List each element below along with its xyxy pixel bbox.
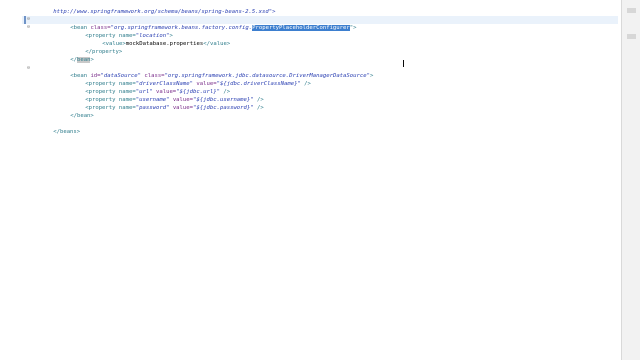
beans-close-tag: </beans> (53, 129, 81, 135)
code-line-property: <property name="url" value="${jdbc.url}"… (65, 80, 230, 95)
code-line-property: <property name="password" value="${jdbc.… (65, 96, 264, 111)
datasource-tag-close: > (370, 73, 374, 79)
property-close: /> (253, 105, 264, 111)
code-line-datasource-end: </bean> (50, 104, 94, 119)
property-value: "${jdbc.password}" (193, 105, 254, 111)
code-line-property-location: <property name="location"> (65, 24, 173, 39)
editor-gutter (0, 0, 22, 360)
xml-editor[interactable]: ⊖ ⊖ ⊖ http://www.springframework.org/sch… (0, 0, 640, 360)
code-line-property-end: </property> (65, 40, 122, 55)
code-line-datasource-bean: <bean id="dataSource" class="org.springf… (50, 64, 373, 79)
bean-end-match: bean (76, 57, 91, 63)
value-text: mockDatabase.properties (125, 41, 204, 47)
fold-collapse-icon[interactable]: ⊖ (26, 66, 31, 71)
datasource-bean-close-tag: </bean> (70, 113, 94, 119)
bean-end-prefix: </ (70, 57, 77, 63)
code-line-schema-location: http://www.springframework.org/schema/be… (33, 0, 275, 15)
property-value-label: value= (172, 105, 194, 111)
text-cursor-icon: I (402, 59, 405, 70)
code-line-bean-end: </bean> (50, 48, 94, 63)
property-name: "password" (135, 105, 170, 111)
code-line-bean-open: <bean class="org.springframework.beans.f… (50, 16, 357, 31)
code-line-beans-end: </beans> (33, 120, 80, 135)
class-value-suffix: "> (349, 25, 357, 31)
fold-collapse-icon[interactable]: ⊖ (26, 25, 31, 30)
value-close-tag: </value> (203, 41, 231, 47)
overview-ruler[interactable] (621, 0, 640, 360)
code-line-value: <value>mockDatabase.properties</value> (82, 32, 230, 47)
overview-marker[interactable] (627, 34, 636, 39)
bean-end-suffix: > (90, 57, 94, 63)
overview-marker[interactable] (627, 8, 636, 13)
code-line-property: <property name="username" value="${jdbc.… (65, 88, 264, 103)
schema-location-text: http://www.springframework.org/schema/be… (53, 9, 276, 15)
property-close: /> (300, 81, 311, 87)
fold-collapse-icon[interactable]: ⊖ (26, 17, 31, 22)
code-line-property: <property name="driverClassName" value="… (65, 72, 311, 87)
selected-class-name[interactable]: PropertyPlaceholderConfigurer (252, 25, 350, 31)
